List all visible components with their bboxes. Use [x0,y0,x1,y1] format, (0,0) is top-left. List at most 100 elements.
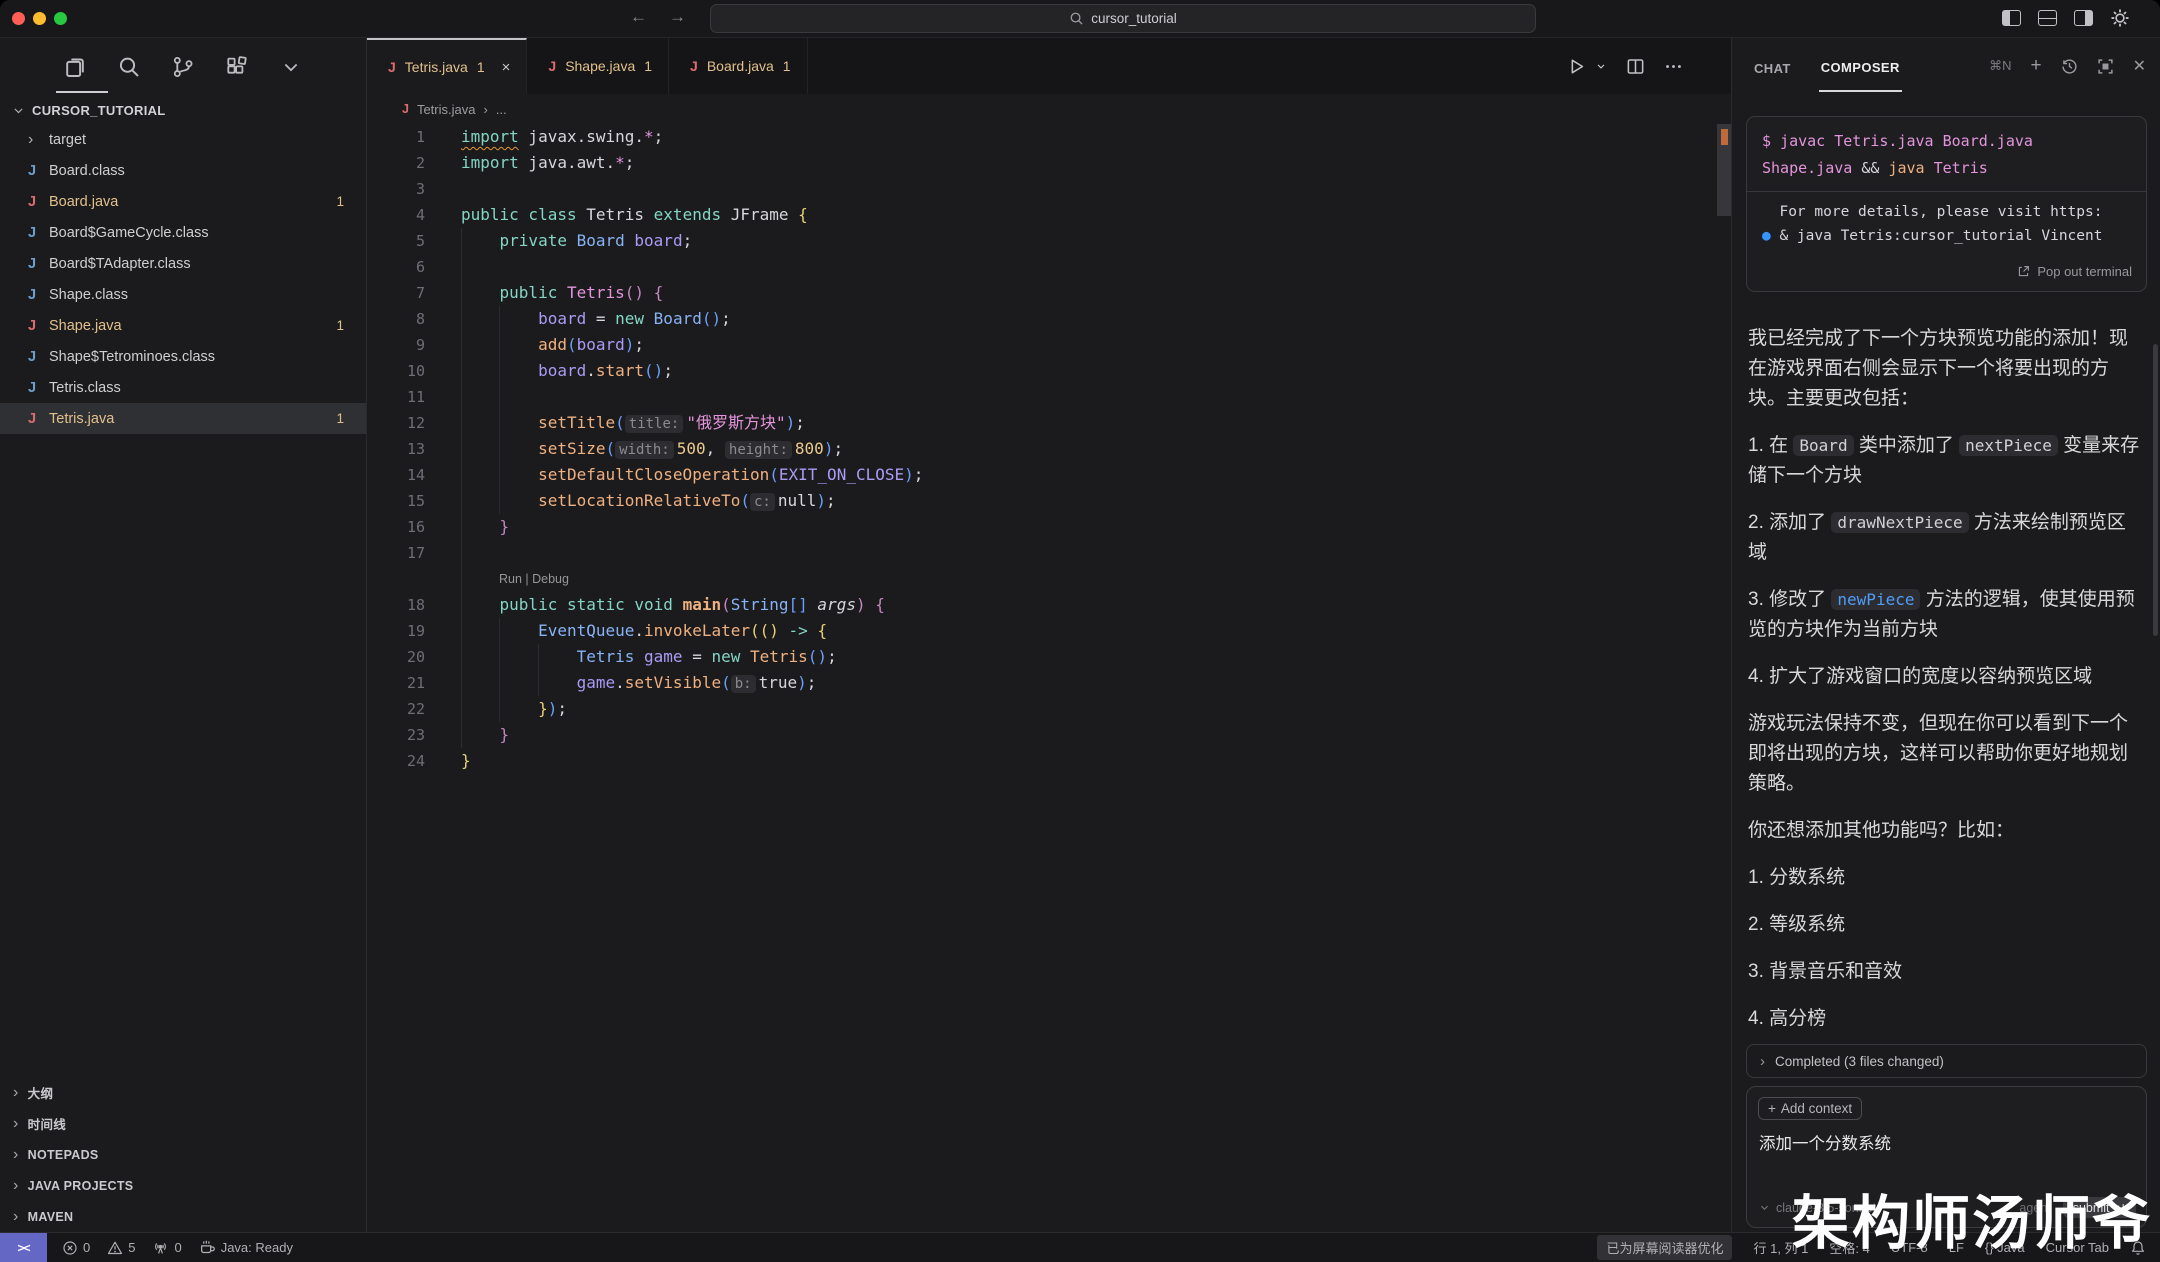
chevron-down-icon [12,104,25,117]
code-line-text[interactable]: public static void main(String[] args) { [425,592,885,618]
toggle-bottom-panel-icon[interactable] [2038,10,2057,26]
sidebar-section-时间线[interactable]: ›时间线 [0,1108,366,1139]
tab-Board.java[interactable]: JBoard.java1 [669,38,808,94]
composer-input-value[interactable]: 添加一个分数系统 [1759,1130,2146,1154]
code-line-text[interactable]: import javax.swing.*; [425,124,663,150]
code-line-text[interactable] [425,176,461,202]
code-line-text[interactable]: public class Tetris extends JFrame { [425,202,808,228]
window-controls [12,12,67,25]
extensions-icon[interactable] [224,54,250,80]
error-icon [62,1240,78,1256]
java-file-icon: J [28,349,49,365]
close-icon[interactable]: ✕ [2133,56,2146,76]
expand-icon[interactable] [2097,58,2114,75]
code-line-text[interactable]: setSize(width:500, height:800); [425,436,843,462]
split-editor-icon[interactable] [1626,57,1645,76]
chat-scrollbar-thumb[interactable] [2153,344,2158,636]
search-icon[interactable] [116,54,142,80]
message-paragraph: 1. 在 Board 类中添加了 nextPiece 变量来存储下一个方块 [1748,431,2144,491]
chevron-down-icon[interactable] [278,54,304,80]
tab-composer[interactable]: COMPOSER [1819,41,1902,92]
chevron-right-icon: › [28,131,49,149]
assistant-message: 我已经完成了下一个方块预览功能的添加！现在游戏界面右侧会显示下一个将要出现的方块… [1748,324,2144,1051]
source-control-icon[interactable] [170,54,196,80]
code-line-text[interactable] [425,384,461,410]
history-icon[interactable] [2061,58,2078,75]
run-button[interactable] [1567,57,1586,76]
tree-item-Tetris.java[interactable]: JTetris.java1 [0,403,366,434]
gear-icon[interactable] [2110,8,2130,28]
code-line-text[interactable]: import java.awt.*; [425,150,634,176]
tree-item-Board.java[interactable]: JBoard.java1 [0,186,366,217]
problem-count-badge: 1 [336,411,344,426]
code-line-text[interactable]: EventQueue.invokeLater(() -> { [425,618,827,644]
sidebar-section-JAVA PROJECTS[interactable]: ›JAVA PROJECTS [0,1170,366,1201]
files-icon[interactable] [62,54,88,80]
line-number: 18 [367,592,425,618]
toggle-right-panel-icon[interactable] [2074,10,2093,26]
code-line-text[interactable]: }); [425,696,567,722]
tree-item-Shape$Tetrominoes.class[interactable]: JShape$Tetrominoes.class [0,341,366,372]
more-actions-icon[interactable] [1664,57,1683,76]
tree-item-target[interactable]: ›target [0,124,366,155]
code-line-text[interactable]: } [425,748,471,774]
code-line-text[interactable]: Tetris game = new Tetris(); [425,644,837,670]
line-number: 19 [367,618,425,644]
toggle-left-panel-icon[interactable] [2002,10,2021,26]
java-file-icon: J [28,256,49,272]
completed-summary[interactable]: › Completed (3 files changed) [1746,1044,2147,1078]
line-number [367,566,425,592]
code-symbol-link[interactable]: newPiece [1831,589,1920,610]
forward-arrow-icon[interactable]: → [669,7,686,27]
status-item[interactable]: 0 [62,1240,90,1256]
code-line-text[interactable]: game.setVisible(b:true); [425,670,816,696]
codelens-run-debug[interactable]: Run | Debug [425,566,569,592]
breadcrumb-file: Tetris.java [417,102,476,117]
status-item[interactable]: Java: Ready [199,1239,293,1256]
line-number: 16 [367,514,425,540]
sidebar-section-NOTEPADS[interactable]: ›NOTEPADS [0,1139,366,1170]
tab-chat[interactable]: CHAT [1752,42,1793,91]
tree-item-Tetris.class[interactable]: JTetris.class [0,372,366,403]
tree-item-Board$TAdapter.class[interactable]: JBoard$TAdapter.class [0,248,366,279]
tree-item-Board$GameCycle.class[interactable]: JBoard$GameCycle.class [0,217,366,248]
code-line-text[interactable]: private Board board; [425,228,692,254]
minimize-window-button[interactable] [33,12,46,25]
tree-item-Shape.java[interactable]: JShape.java1 [0,310,366,341]
code-line-text[interactable]: board.start(); [425,358,673,384]
tree-item-Shape.class[interactable]: JShape.class [0,279,366,310]
sidebar-section-MAVEN[interactable]: ›MAVEN [0,1201,366,1232]
status-item[interactable]: 已为屏幕阅读器优化 [1597,1235,1732,1260]
add-context-button[interactable]: + Add context [1758,1097,1862,1120]
status-item[interactable]: 0 [152,1239,181,1256]
sidebar-section-大纲[interactable]: ›大纲 [0,1077,366,1108]
code-line-text[interactable]: add(board); [425,332,644,358]
message-paragraph: 2. 等级系统 [1748,910,2144,940]
activity-bar [0,38,366,96]
code-line-text[interactable]: board = new Board(); [425,306,731,332]
code-line-text[interactable]: } [425,514,509,540]
pop-out-terminal-button[interactable]: Pop out terminal [1747,254,2146,291]
new-chat-plus-icon[interactable]: + [2030,55,2041,77]
status-item[interactable]: 5 [107,1240,135,1256]
code-line-text[interactable]: } [425,722,509,748]
tab-Shape.java[interactable]: JShape.java1 [527,38,669,94]
code-line-text[interactable] [425,254,461,280]
project-root-header[interactable]: CURSOR_TUTORIAL [0,96,366,124]
back-arrow-icon[interactable]: ← [630,7,647,27]
code-lines[interactable]: 1import javax.swing.*;2import java.awt.*… [367,124,1731,774]
code-line-text[interactable]: setTitle(title:"俄罗斯方块"); [425,410,805,436]
remote-indicator[interactable]: >< [0,1233,47,1262]
maximize-window-button[interactable] [54,12,67,25]
run-dropdown-chevron-icon[interactable] [1595,60,1607,72]
code-line-text[interactable] [425,540,461,566]
tab-Tetris.java[interactable]: JTetris.java1× [367,38,527,94]
project-search-box[interactable]: cursor_tutorial [710,4,1536,33]
java-file-icon: J [28,411,49,427]
code-line-text[interactable]: setLocationRelativeTo(c:null); [425,488,836,514]
tree-item-Board.class[interactable]: JBoard.class [0,155,366,186]
close-tab-icon[interactable]: × [502,59,511,76]
close-window-button[interactable] [12,12,25,25]
breadcrumb[interactable]: J Tetris.java › ... [367,94,1731,124]
file-name: target [49,132,86,148]
